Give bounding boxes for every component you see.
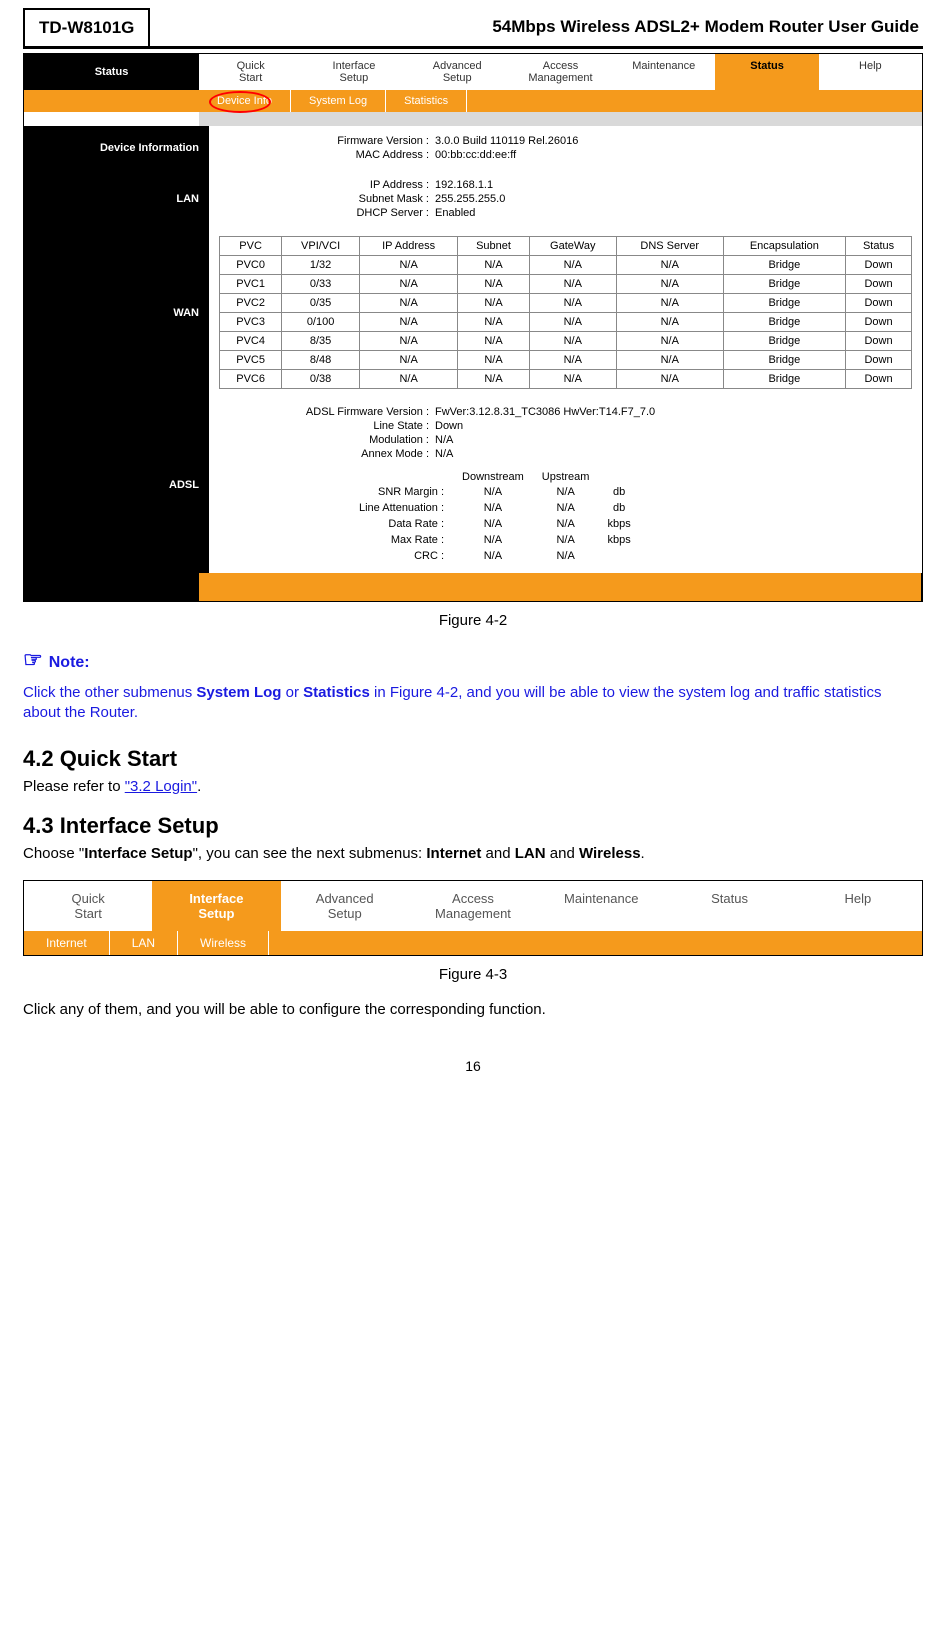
- section-wan: WAN: [24, 228, 209, 397]
- main-tab[interactable]: AdvancedSetup: [281, 881, 409, 931]
- section-4-2-heading: 4.2 Quick Start: [23, 746, 923, 772]
- wan-table: PVCVPI/VCIIP AddressSubnetGateWayDNS Ser…: [219, 236, 912, 389]
- main-tab[interactable]: Status: [665, 881, 793, 931]
- hand-icon: ☞: [23, 647, 43, 672]
- main-tab[interactable]: Status: [715, 54, 818, 90]
- table-row: Data Rate :N/AN/Akbps: [351, 517, 639, 531]
- table-row: PVC10/33N/AN/AN/AN/ABridgeDown: [220, 275, 912, 294]
- wan-col: VPI/VCI: [282, 237, 360, 256]
- table-row: PVC20/35N/AN/AN/AN/ABridgeDown: [220, 294, 912, 313]
- note-heading: ☞Note:: [23, 647, 923, 673]
- fw-value: 3.0.0 Build 110119 Rel.26016: [435, 135, 578, 147]
- main-tab[interactable]: AccessManagement: [509, 54, 612, 90]
- figure-caption-1: Figure 4-2: [23, 612, 923, 629]
- fw-label: Firmware Version :: [249, 135, 435, 147]
- main-tab[interactable]: Help: [794, 881, 922, 931]
- wan-col: DNS Server: [616, 237, 723, 256]
- main-tab[interactable]: Help: [819, 54, 922, 90]
- screenshot-interface-setup: QuickStartInterfaceSetupAdvancedSetupAcc…: [23, 880, 923, 956]
- table-row: PVC60/38N/AN/AN/AN/ABridgeDown: [220, 370, 912, 389]
- table-row: Line Attenuation :N/AN/Adb: [351, 501, 639, 515]
- screenshot-status-page: Status QuickStartInterfaceSetupAdvancedS…: [23, 53, 923, 602]
- section-adsl: ADSL: [24, 397, 209, 573]
- table-row: CRC :N/AN/A: [351, 549, 639, 563]
- bottom-paragraph: Click any of them, and you will be able …: [23, 1001, 923, 1018]
- table-row: PVC48/35N/AN/AN/AN/ABridgeDown: [220, 332, 912, 351]
- doc-title: 54Mbps Wireless ADSL2+ Modem Router User…: [150, 9, 923, 45]
- wan-col: Encapsulation: [723, 237, 845, 256]
- section-4-3-text: Choose "Interface Setup", you can see th…: [23, 845, 923, 862]
- wan-col: Status: [846, 237, 912, 256]
- adsl-fw-value: FwVer:3.12.8.31_TC3086 HwVer:T14.F7_7.0: [435, 406, 655, 418]
- main-tab[interactable]: QuickStart: [199, 54, 302, 90]
- adsl-line-value: Down: [435, 420, 463, 432]
- sub-tab[interactable]: Statistics: [386, 90, 467, 112]
- main-tab[interactable]: Maintenance: [612, 54, 715, 90]
- table-row: PVC01/32N/AN/AN/AN/ABridgeDown: [220, 256, 912, 275]
- section-4-2-text: Please refer to "3.2 Login".: [23, 778, 923, 795]
- login-link[interactable]: "3.2 Login": [125, 778, 197, 795]
- main-tab[interactable]: Maintenance: [537, 881, 665, 931]
- adsl-annex-label: Annex Mode :: [249, 448, 435, 460]
- main-tab[interactable]: AccessManagement: [409, 881, 537, 931]
- section-device-info: Device Information: [24, 126, 209, 170]
- lan-mask-value: 255.255.255.0: [435, 193, 505, 205]
- figure-caption-2: Figure 4-3: [23, 966, 923, 983]
- wan-col: GateWay: [529, 237, 616, 256]
- adsl-mod-label: Modulation :: [249, 434, 435, 446]
- sub-tab[interactable]: Device Info: [199, 90, 291, 112]
- lan-ip-value: 192.168.1.1: [435, 179, 493, 191]
- sub-tab[interactable]: LAN: [110, 931, 178, 955]
- table-row: PVC58/48N/AN/AN/AN/ABridgeDown: [220, 351, 912, 370]
- page-number: 16: [23, 1058, 923, 1074]
- section-lan: LAN: [24, 170, 209, 228]
- main-tab[interactable]: InterfaceSetup: [152, 881, 280, 931]
- sub-tab[interactable]: System Log: [291, 90, 386, 112]
- sidebar-status: Status: [24, 54, 199, 90]
- adsl-fw-label: ADSL Firmware Version :: [249, 406, 435, 418]
- main-tab[interactable]: InterfaceSetup: [302, 54, 405, 90]
- adsl-line-label: Line State :: [249, 420, 435, 432]
- table-row: PVC30/100N/AN/AN/AN/ABridgeDown: [220, 313, 912, 332]
- section-4-3-heading: 4.3 Interface Setup: [23, 813, 923, 839]
- lan-ip-label: IP Address :: [249, 179, 435, 191]
- mac-value: 00:bb:cc:dd:ee:ff: [435, 149, 516, 161]
- table-row: Max Rate :N/AN/Akbps: [351, 533, 639, 547]
- lan-mask-label: Subnet Mask :: [249, 193, 435, 205]
- lan-dhcp-label: DHCP Server :: [249, 207, 435, 219]
- wan-col: PVC: [220, 237, 282, 256]
- adsl-stats-table: DownstreamUpstream SNR Margin :N/AN/AdbL…: [349, 469, 641, 565]
- note-paragraph: Click the other submenus System Log or S…: [23, 683, 923, 724]
- wan-col: Subnet: [458, 237, 529, 256]
- main-tab[interactable]: QuickStart: [24, 881, 152, 931]
- adsl-mod-value: N/A: [435, 434, 453, 446]
- wan-col: IP Address: [359, 237, 457, 256]
- main-tab[interactable]: AdvancedSetup: [406, 54, 509, 90]
- table-row: SNR Margin :N/AN/Adb: [351, 485, 639, 499]
- sub-tab[interactable]: Wireless: [178, 931, 269, 955]
- sub-tab[interactable]: Internet: [24, 931, 110, 955]
- model-badge: TD-W8101G: [23, 8, 150, 46]
- mac-label: MAC Address :: [249, 149, 435, 161]
- lan-dhcp-value: Enabled: [435, 207, 475, 219]
- adsl-annex-value: N/A: [435, 448, 453, 460]
